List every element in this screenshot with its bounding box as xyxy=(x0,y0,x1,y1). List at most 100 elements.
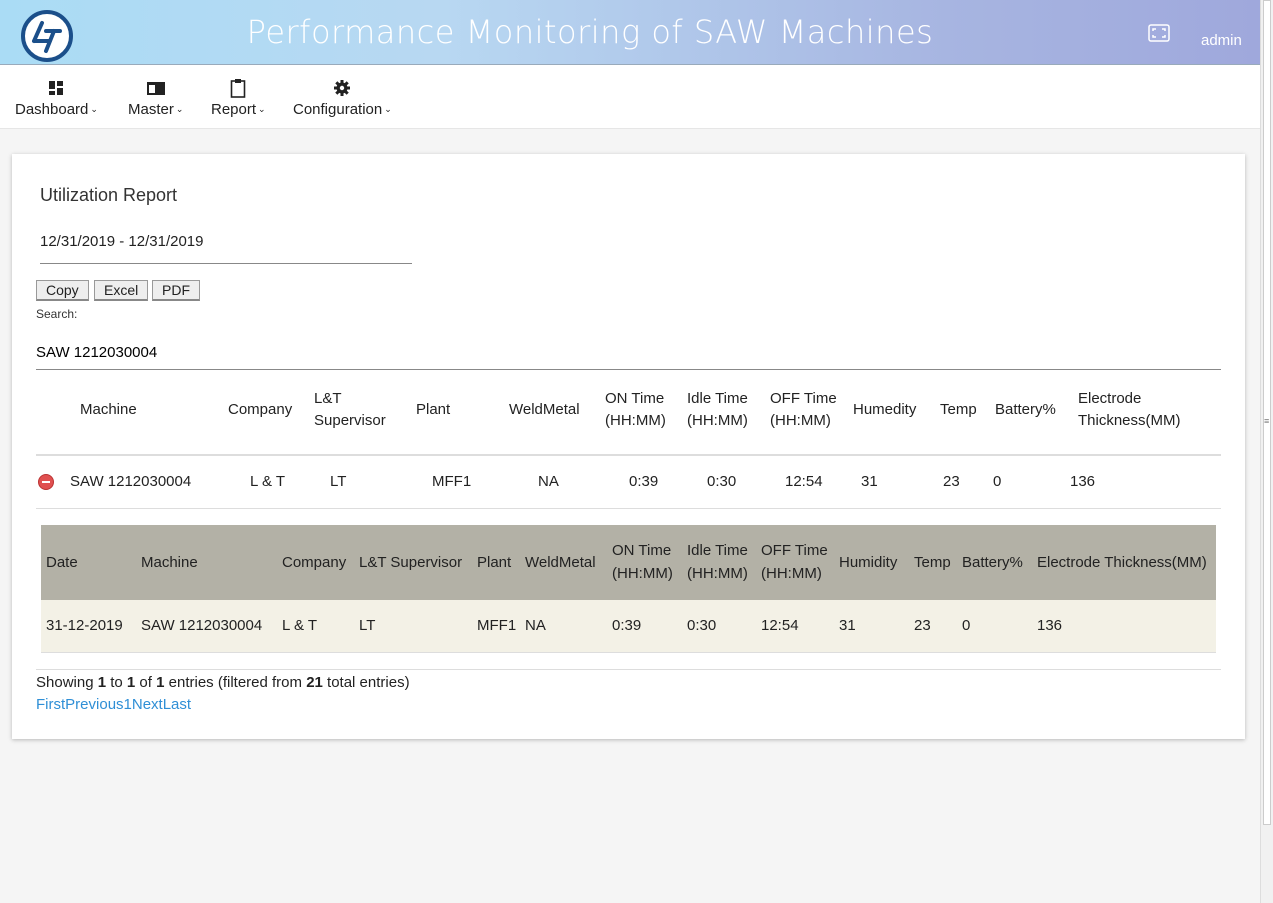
nav-configuration-label: Configuration xyxy=(293,101,383,118)
fullscreen-icon[interactable] xyxy=(1148,24,1170,42)
info-suffix: entries (filtered from xyxy=(164,674,307,691)
app-title: Performance Monitoring of SAW Machines xyxy=(246,13,934,51)
gear-icon xyxy=(334,80,351,96)
scrollbar-grip-icon: ≡ xyxy=(1264,416,1270,426)
cell-machine: SAW 1212030004 xyxy=(70,473,192,490)
cell-temp: 23 xyxy=(943,473,960,490)
master-icon xyxy=(146,82,165,95)
child-cell-electrode: 136 xyxy=(1037,617,1063,634)
col-electrode[interactable]: Electrode Thickness(MM) xyxy=(1078,388,1181,432)
info-of: of xyxy=(135,674,157,691)
child-cell-supervisor: LT xyxy=(359,617,376,634)
info-prefix: Showing xyxy=(36,674,98,691)
child-col-weldmetal: WeldMetal xyxy=(525,554,596,571)
child-cell-temp: 23 xyxy=(914,617,931,634)
col-company[interactable]: Company xyxy=(228,399,292,421)
pdf-button[interactable]: PDF xyxy=(152,280,200,301)
child-cell-humidity: 31 xyxy=(839,617,856,634)
child-col-humidity: Humidity xyxy=(839,554,898,571)
cell-weldmetal: NA xyxy=(538,473,559,490)
cell-company: L & T xyxy=(250,473,286,490)
pager-next[interactable]: Next xyxy=(132,696,163,713)
child-cell-idle-time: 0:30 xyxy=(687,617,717,634)
cell-electrode: 136 xyxy=(1070,473,1096,490)
nav-master[interactable]: Master ⌄ xyxy=(128,77,183,118)
child-col-off-time: OFF Time (HH:MM) xyxy=(761,542,828,582)
col-plant[interactable]: Plant xyxy=(416,399,450,421)
nav-report-label: Report xyxy=(211,101,257,118)
child-cell-date: 31-12-2019 xyxy=(46,617,123,634)
pager-last[interactable]: Last xyxy=(163,696,191,713)
child-cell-battery: 0 xyxy=(962,617,971,634)
search-input[interactable] xyxy=(36,332,1221,370)
child-cell-machine: SAW 1212030004 xyxy=(141,617,263,634)
user-menu[interactable]: admin xyxy=(1201,32,1242,49)
col-supervisor[interactable]: L&T Supervisor xyxy=(314,388,386,432)
col-off-time[interactable]: OFF Time (HH:MM) xyxy=(770,388,837,432)
child-cell-on-time: 0:39 xyxy=(612,617,642,634)
app-header: Performance Monitoring of SAW Machines a… xyxy=(0,0,1260,65)
chevron-down-icon: ⌄ xyxy=(175,104,184,114)
child-cell-off-time: 12:54 xyxy=(761,617,799,634)
table-divider xyxy=(36,669,1221,670)
nav-master-label: Master xyxy=(128,101,174,118)
child-cell-weldmetal: NA xyxy=(525,617,546,634)
main-table-header: Machine Company L&T Supervisor Plant Wel… xyxy=(36,386,1221,456)
main-nav: Dashboard ⌄ Master ⌄ Report ⌄ Configuration… xyxy=(0,65,1260,129)
cell-battery: 0 xyxy=(993,473,1002,490)
col-idle-time[interactable]: Idle Time (HH:MM) xyxy=(687,388,748,432)
nav-report[interactable]: Report ⌄ xyxy=(211,77,266,118)
child-col-supervisor: L&T Supervisor xyxy=(359,554,463,571)
cell-plant: MFF1 xyxy=(432,473,472,490)
clipboard-icon xyxy=(230,79,246,98)
child-col-electrode: Electrode Thickness(MM) xyxy=(1037,554,1207,571)
child-col-on-time: ON Time (HH:MM) xyxy=(612,542,673,582)
child-col-battery: Battery% xyxy=(962,554,1023,571)
pager-page-1[interactable]: 1 xyxy=(124,696,132,713)
col-on-time[interactable]: ON Time (HH:MM) xyxy=(605,388,666,432)
child-table-row: 31-12-2019 SAW 1212030004 L & T LT MFF1 … xyxy=(41,600,1216,653)
child-col-plant: Plant xyxy=(477,554,512,571)
cell-idle-time: 0:30 xyxy=(707,473,737,490)
report-card: Utilization Report 12/31/2019 - 12/31/20… xyxy=(12,154,1245,739)
col-machine[interactable]: Machine xyxy=(80,399,137,421)
excel-button[interactable]: Excel xyxy=(94,280,149,301)
dashboard-icon xyxy=(49,81,64,95)
table-info: Showing 1 to 1 of 1 entries (filtered fr… xyxy=(36,674,410,691)
col-weldmetal[interactable]: WeldMetal xyxy=(509,399,580,421)
chevron-down-icon: ⌄ xyxy=(384,104,392,114)
pagination: FirstPrevious1NextLast xyxy=(36,696,191,713)
child-table-header: Date Machine Company L&T Supervisor Plan… xyxy=(41,525,1216,600)
nav-dashboard-label: Dashboard xyxy=(15,101,89,118)
info-end: 1 xyxy=(126,674,136,691)
scrollbar-thumb[interactable] xyxy=(1263,0,1271,825)
info-to: to xyxy=(106,674,127,691)
col-temp[interactable]: Temp xyxy=(940,399,977,421)
search-label: Search: xyxy=(36,307,78,321)
copy-button[interactable]: Copy xyxy=(36,280,89,301)
child-col-company: Company xyxy=(282,554,347,571)
table-row[interactable]: SAW 1212030004 L & T LT MFF1 NA 0:39 0:3… xyxy=(36,456,1221,509)
col-battery[interactable]: Battery% xyxy=(995,399,1056,421)
cell-on-time: 0:39 xyxy=(629,473,659,490)
chevron-down-icon: ⌄ xyxy=(90,104,98,114)
pager-first[interactable]: First xyxy=(36,696,65,713)
nav-dashboard[interactable]: Dashboard ⌄ xyxy=(15,77,98,118)
cell-off-time: 12:54 xyxy=(785,473,823,490)
col-humidity[interactable]: Humedity xyxy=(853,399,916,421)
child-col-idle-time: Idle Time (HH:MM) xyxy=(687,542,748,582)
info-start: 1 xyxy=(97,674,107,691)
collapse-row-icon[interactable] xyxy=(38,474,54,490)
child-col-machine: Machine xyxy=(141,554,198,571)
cell-humidity: 31 xyxy=(861,473,878,490)
child-cell-plant: MFF1 xyxy=(477,617,517,634)
chevron-down-icon: ⌄ xyxy=(258,104,266,114)
page-scrollbar[interactable]: ≡ xyxy=(1260,0,1273,903)
pager-previous[interactable]: Previous xyxy=(65,696,123,713)
nav-configuration[interactable]: Configuration ⌄ xyxy=(293,77,392,118)
date-range-input[interactable]: 12/31/2019 - 12/31/2019 xyxy=(40,233,412,264)
child-cell-company: L & T xyxy=(282,617,318,634)
child-col-temp: Temp xyxy=(914,554,951,571)
child-col-date: Date xyxy=(46,554,78,571)
info-tail: total entries) xyxy=(322,674,410,691)
